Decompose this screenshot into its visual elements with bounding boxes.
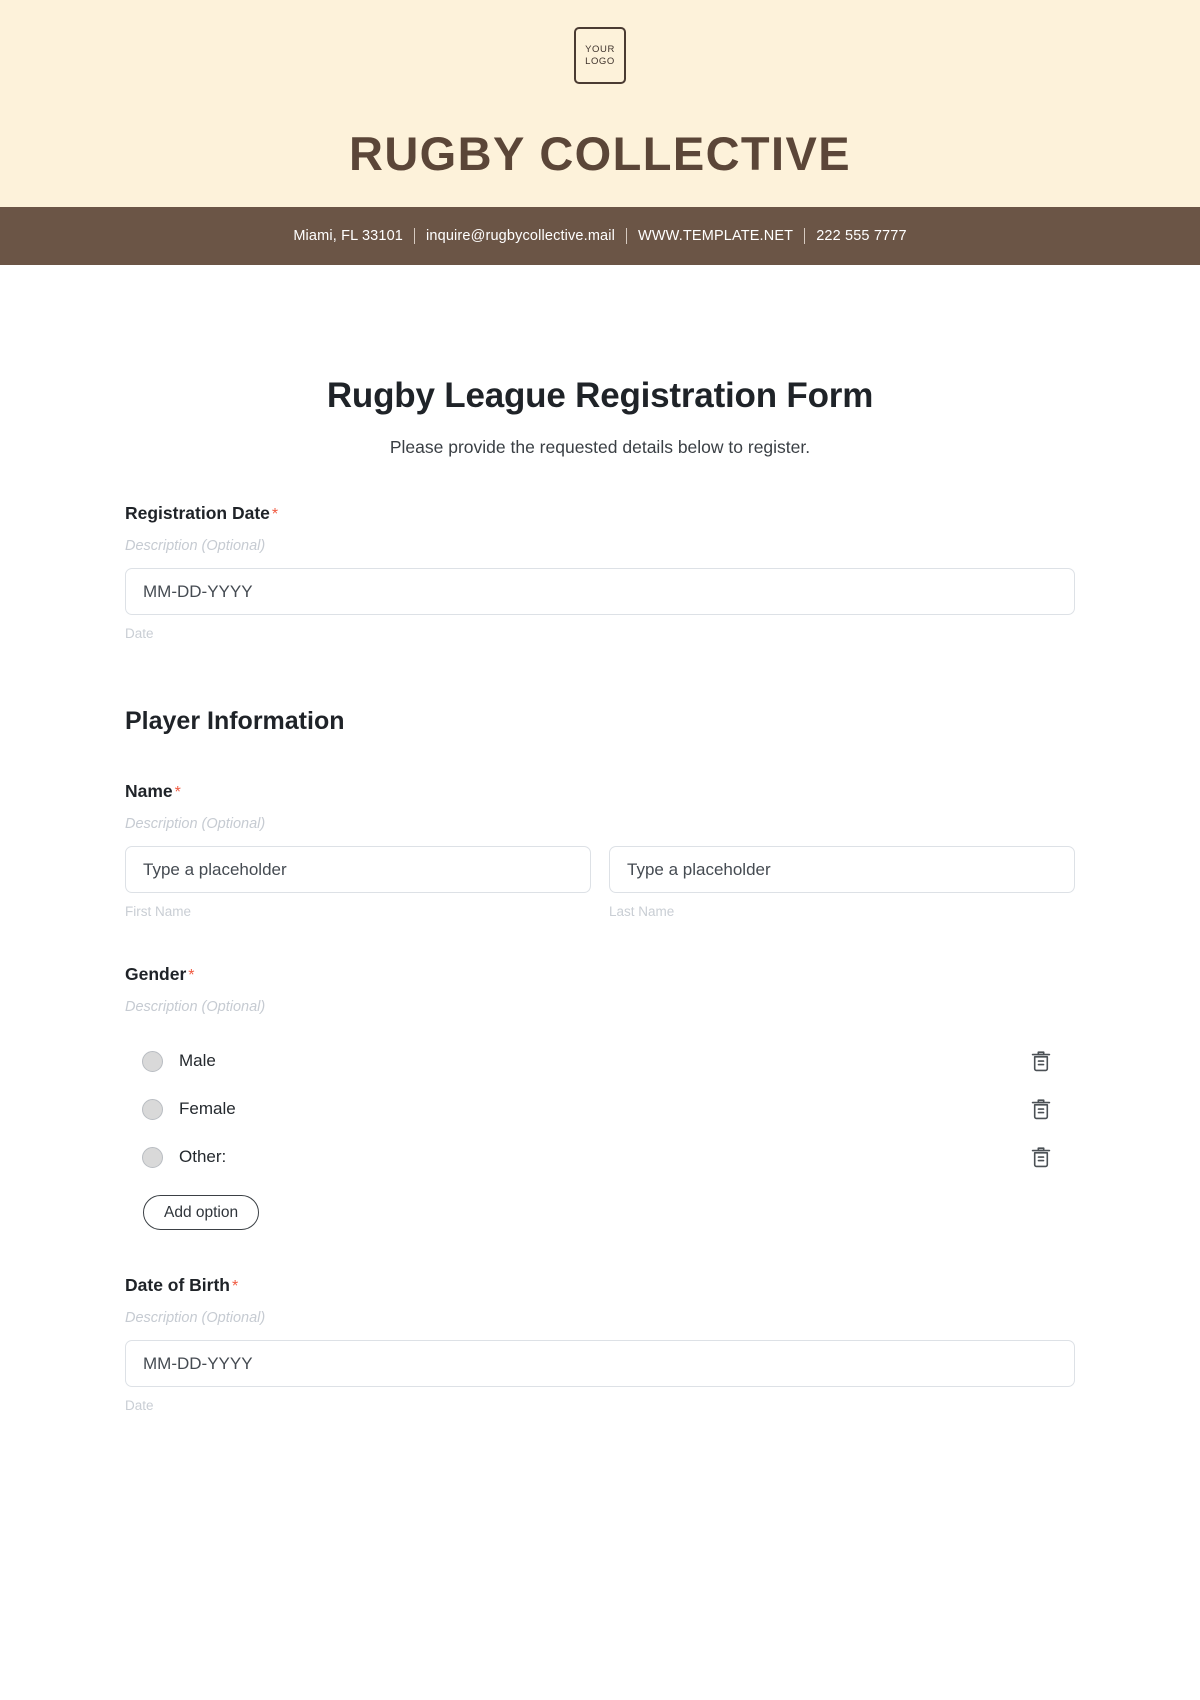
gender-label: Gender * xyxy=(125,964,1075,985)
contact-address: Miami, FL 33101 xyxy=(293,228,404,244)
field-registration-date: Registration Date * Description (Optional… xyxy=(125,503,1075,641)
required-asterisk: * xyxy=(232,1278,239,1295)
required-asterisk: * xyxy=(271,506,279,523)
logo-line-2: LOGO xyxy=(585,55,615,67)
letterhead-banner: YOUR LOGO RUGBY COLLECTIVE xyxy=(0,0,1200,207)
date-of-birth-input[interactable]: MM-DD-YYYY xyxy=(125,1340,1075,1387)
logo-line-1: YOUR xyxy=(585,43,615,55)
gender-label-text: Gender xyxy=(125,964,187,984)
contact-website: WWW.TEMPLATE.NET xyxy=(638,228,794,244)
contact-info: Miami, FL 33101 inquire@rugbycollective.… xyxy=(293,228,907,244)
first-name-helper: First Name xyxy=(125,904,192,919)
date-of-birth-description: Description (Optional) xyxy=(125,1310,266,1326)
contact-phone: 222 555 7777 xyxy=(816,228,907,244)
registration-date-label: Registration Date * xyxy=(125,503,1075,524)
name-label: Name * xyxy=(125,781,1075,802)
last-name-column: Type a placeholder Last Name xyxy=(609,846,1075,919)
add-option-button[interactable]: Add option xyxy=(143,1195,260,1230)
gender-option-row[interactable]: Other: xyxy=(125,1133,1075,1181)
logo-placeholder: YOUR LOGO xyxy=(574,27,626,84)
last-name-placeholder: Type a placeholder xyxy=(627,859,771,879)
radio-button-icon[interactable] xyxy=(142,1050,163,1072)
form-body: Rugby League Registration Form Please pr… xyxy=(0,376,1200,1413)
field-date-of-birth: Date of Birth * Description (Optional) MM… xyxy=(125,1275,1075,1413)
radio-button-icon[interactable] xyxy=(142,1098,163,1120)
registration-form-page: YOUR LOGO RUGBY COLLECTIVE Miami, FL 331… xyxy=(0,0,1200,1700)
name-inputs-row: Type a placeholder First Name Type a pla… xyxy=(125,846,1075,919)
page-subtitle: Please provide the requested details bel… xyxy=(389,437,811,457)
contact-bar: Miami, FL 33101 inquire@rugbycollective.… xyxy=(0,207,1200,265)
required-asterisk: * xyxy=(188,967,195,984)
first-name-placeholder: Type a placeholder xyxy=(143,859,287,879)
brand-title: RUGBY COLLECTIVE xyxy=(348,127,851,180)
registration-date-placeholder: MM-DD-YYYY xyxy=(143,581,253,601)
first-name-column: Type a placeholder First Name xyxy=(125,846,591,919)
contact-email: inquire@rugbycollective.mail xyxy=(426,228,615,244)
date-of-birth-label-text: Date of Birth xyxy=(125,1275,230,1295)
date-of-birth-label: Date of Birth * xyxy=(125,1275,1075,1296)
first-name-input[interactable]: Type a placeholder xyxy=(125,846,591,893)
gender-options-list: Male Female Other: xyxy=(125,1037,1075,1181)
radio-button-icon[interactable] xyxy=(142,1146,163,1168)
trash-icon[interactable] xyxy=(1030,1097,1052,1121)
date-of-birth-helper: Date xyxy=(125,1398,154,1413)
registration-date-description: Description (Optional) xyxy=(125,538,266,554)
trash-icon[interactable] xyxy=(1030,1145,1052,1169)
name-label-text: Name xyxy=(125,781,173,801)
field-name: Name * Description (Optional) Type a plac… xyxy=(125,781,1075,919)
field-gender: Gender * Description (Optional) Male Fem… xyxy=(125,964,1075,1230)
contact-divider-icon xyxy=(804,228,806,244)
name-description: Description (Optional) xyxy=(125,816,266,832)
contact-divider-icon xyxy=(626,228,627,244)
registration-date-helper: Date xyxy=(125,626,154,641)
gender-option-label: Female xyxy=(179,1099,236,1118)
gender-option-row[interactable]: Female xyxy=(125,1085,1075,1133)
date-of-birth-placeholder: MM-DD-YYYY xyxy=(143,1353,253,1373)
last-name-input[interactable]: Type a placeholder xyxy=(609,846,1075,893)
gender-option-label: Male xyxy=(179,1051,216,1070)
gender-option-row[interactable]: Male xyxy=(125,1037,1075,1085)
section-heading-player-information: Player Information xyxy=(125,707,345,735)
required-asterisk: * xyxy=(174,784,181,801)
last-name-helper: Last Name xyxy=(609,904,675,919)
gender-option-label: Other: xyxy=(179,1147,227,1166)
registration-date-input[interactable]: MM-DD-YYYY xyxy=(125,568,1075,615)
page-title: Rugby League Registration Form xyxy=(326,376,874,415)
trash-icon[interactable] xyxy=(1030,1049,1052,1073)
contact-divider-icon xyxy=(414,228,416,244)
gender-description: Description (Optional) xyxy=(125,999,266,1015)
registration-date-label-text: Registration Date xyxy=(125,503,270,523)
